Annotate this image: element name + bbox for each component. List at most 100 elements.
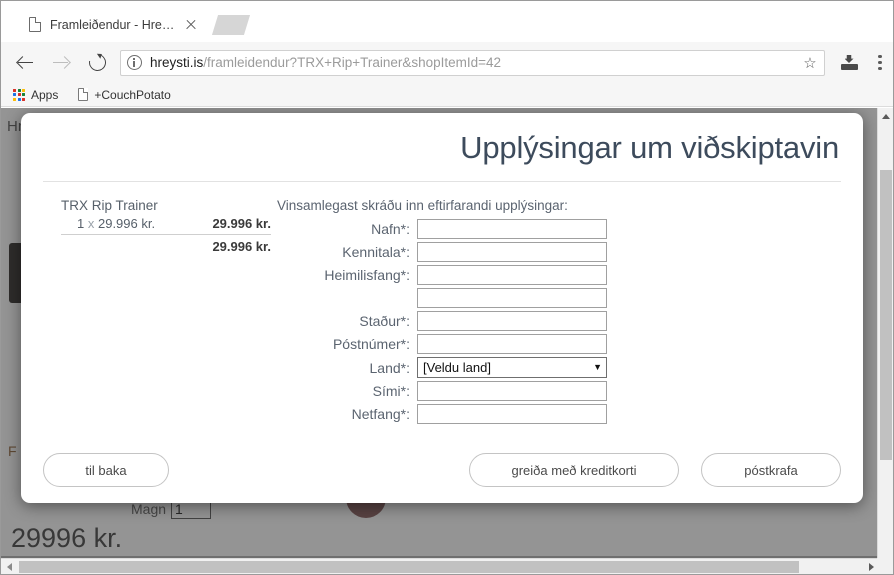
form-row-country: Land*: [Veldu land] ▼ xyxy=(277,357,841,378)
national-id-field[interactable] xyxy=(417,242,607,262)
back-button[interactable] xyxy=(7,42,43,83)
browser-toolbar: hreysti.is/framleidendur?TRX+Rip+Trainer… xyxy=(1,42,893,83)
arrow-left-icon xyxy=(16,54,34,72)
form-lead-text: Vinsamlegast skráðu inn eftirfarandi upp… xyxy=(277,198,568,213)
bookmark-couchpotato[interactable]: +CouchPotato xyxy=(70,84,178,106)
close-tab-icon[interactable] xyxy=(183,17,199,33)
label-postcode: Póstnúmer*: xyxy=(332,336,410,352)
label-phone: Sími*: xyxy=(372,383,410,399)
order-summary: TRX Rip Trainer 1 x 29.996 kr. 29.996 kr… xyxy=(43,198,271,427)
apps-grid-dot xyxy=(13,88,16,92)
label-address: Heimilisfang*: xyxy=(324,267,410,283)
dialog-title: Upplýsingar um viðskiptavin xyxy=(460,130,839,165)
chevron-down-icon: ▼ xyxy=(593,362,602,372)
apps-grid-dot xyxy=(22,88,25,92)
city-field[interactable] xyxy=(417,311,607,331)
order-total: 29.996 kr. xyxy=(212,239,271,254)
scroll-up-button[interactable] xyxy=(878,108,893,124)
country-select[interactable]: [Veldu land] ▼ xyxy=(417,357,607,378)
email-field[interactable] xyxy=(417,404,607,424)
label-email: Netfang*: xyxy=(351,406,410,422)
form-row-email: Netfang*: xyxy=(277,404,841,424)
star-icon: ☆ xyxy=(803,55,817,72)
times-symbol: x xyxy=(87,216,95,231)
tab-strip: Framleiðendur - Hreysti xyxy=(1,1,661,42)
triangle-up-icon xyxy=(881,113,890,119)
label-city: Staður*: xyxy=(359,313,410,329)
apps-grid-dot xyxy=(17,97,21,101)
address-field[interactable] xyxy=(417,265,607,285)
page-viewport: Hr F blegaiari sk eirr Magn 29996 kr. 39… xyxy=(1,108,893,574)
reload-icon xyxy=(85,50,109,75)
vertical-scrollbar[interactable] xyxy=(877,108,893,560)
cash-on-delivery-button[interactable]: póstkrafa xyxy=(701,453,841,487)
name-field[interactable] xyxy=(417,219,607,239)
label-country: Land*: xyxy=(369,359,410,376)
form-row-address-2 xyxy=(277,288,841,308)
line-amount: 29.996 kr. xyxy=(212,216,271,231)
bookmark-apps[interactable]: Apps xyxy=(5,84,66,106)
dialog-actions: til baka greiða með kreditkorti póstkraf… xyxy=(43,453,841,487)
arrow-right-icon xyxy=(52,54,70,72)
product-name: TRX Rip Trainer xyxy=(61,198,158,213)
label-name: Nafn*: xyxy=(371,221,410,237)
form-row-name: Nafn*: xyxy=(277,219,841,239)
form-row-kennitala: Kennitala*: xyxy=(277,242,841,262)
extension-button[interactable] xyxy=(833,42,865,83)
apps-grid-dot xyxy=(22,93,25,96)
pay-with-credit-card-button[interactable]: greiða með kreditkorti xyxy=(469,453,679,487)
horizontal-scrollbar-thumb[interactable] xyxy=(19,561,799,573)
browser-menu-button[interactable] xyxy=(865,42,893,83)
menu-dot-icon xyxy=(878,66,882,71)
tab-title: Framleiðendur - Hreysti xyxy=(50,17,179,32)
apps-grid-dot xyxy=(17,88,21,92)
country-select-value: [Veldu land] xyxy=(423,360,491,375)
form-row-city: Staður*: xyxy=(277,311,841,331)
customer-form: Vinsamlegast skráðu inn eftirfarandi upp… xyxy=(271,198,841,427)
form-row-address: Heimilisfang*: xyxy=(277,265,841,285)
new-tab-button[interactable] xyxy=(211,15,251,35)
back-button[interactable]: til baka xyxy=(43,453,169,487)
forward-button[interactable] xyxy=(43,42,79,83)
title-bar: Framleiðendur - Hreysti xyxy=(1,1,893,42)
apps-grid-dot xyxy=(22,97,25,101)
scroll-left-button[interactable] xyxy=(1,559,17,574)
page-icon xyxy=(29,17,41,32)
url-path: /framleidendur?TRX+Rip+Trainer&shopItemI… xyxy=(203,55,502,70)
bookmark-label: Apps xyxy=(31,87,59,102)
bookmark-button[interactable]: ☆ xyxy=(800,54,820,74)
unit-price: 29.996 kr. xyxy=(97,216,156,231)
phone-field[interactable] xyxy=(417,381,607,401)
browser-tab[interactable]: Framleiðendur - Hreysti xyxy=(3,7,217,42)
address-bar[interactable]: hreysti.is/framleidendur?TRX+Rip+Trainer… xyxy=(120,49,825,76)
horizontal-scrollbar[interactable] xyxy=(1,558,893,574)
triangle-right-icon xyxy=(868,562,874,571)
order-line: 1 x 29.996 kr. 29.996 kr. xyxy=(61,216,271,235)
apps-grid-dot xyxy=(17,93,21,96)
customer-info-dialog: Upplýsingar um viðskiptavin TRX Rip Trai… xyxy=(21,113,863,503)
apps-grid-dot xyxy=(13,97,16,101)
postcode-field[interactable] xyxy=(417,334,607,354)
menu-dot-icon xyxy=(878,54,882,59)
divider xyxy=(43,181,841,182)
bookmarks-bar: Apps +CouchPotato xyxy=(1,83,893,107)
bookmark-label: +CouchPotato xyxy=(94,87,171,102)
apps-grid-icon xyxy=(13,88,25,101)
form-row-postcode: Póstnúmer*: xyxy=(277,334,841,354)
qty-value: 1 xyxy=(77,216,85,231)
vertical-scrollbar-thumb[interactable] xyxy=(880,170,892,460)
reload-button[interactable] xyxy=(79,42,115,83)
info-icon[interactable] xyxy=(127,55,142,70)
scrollbar-corner xyxy=(877,558,893,574)
address-line-2-field[interactable] xyxy=(417,288,607,308)
url-text: hreysti.is/framleidendur?TRX+Rip+Trainer… xyxy=(150,55,501,70)
triangle-left-icon xyxy=(6,562,12,571)
menu-dot-icon xyxy=(878,60,882,65)
form-row-phone: Sími*: xyxy=(277,381,841,401)
page-icon xyxy=(78,88,89,101)
download-icon xyxy=(840,55,858,70)
browser-window: Framleiðendur - Hreysti hreysti.is/framl… xyxy=(0,0,894,575)
apps-grid-dot xyxy=(13,93,16,96)
order-line-qty: 1 x 29.996 kr. xyxy=(61,216,155,231)
dialog-body: TRX Rip Trainer 1 x 29.996 kr. 29.996 kr… xyxy=(43,198,841,427)
